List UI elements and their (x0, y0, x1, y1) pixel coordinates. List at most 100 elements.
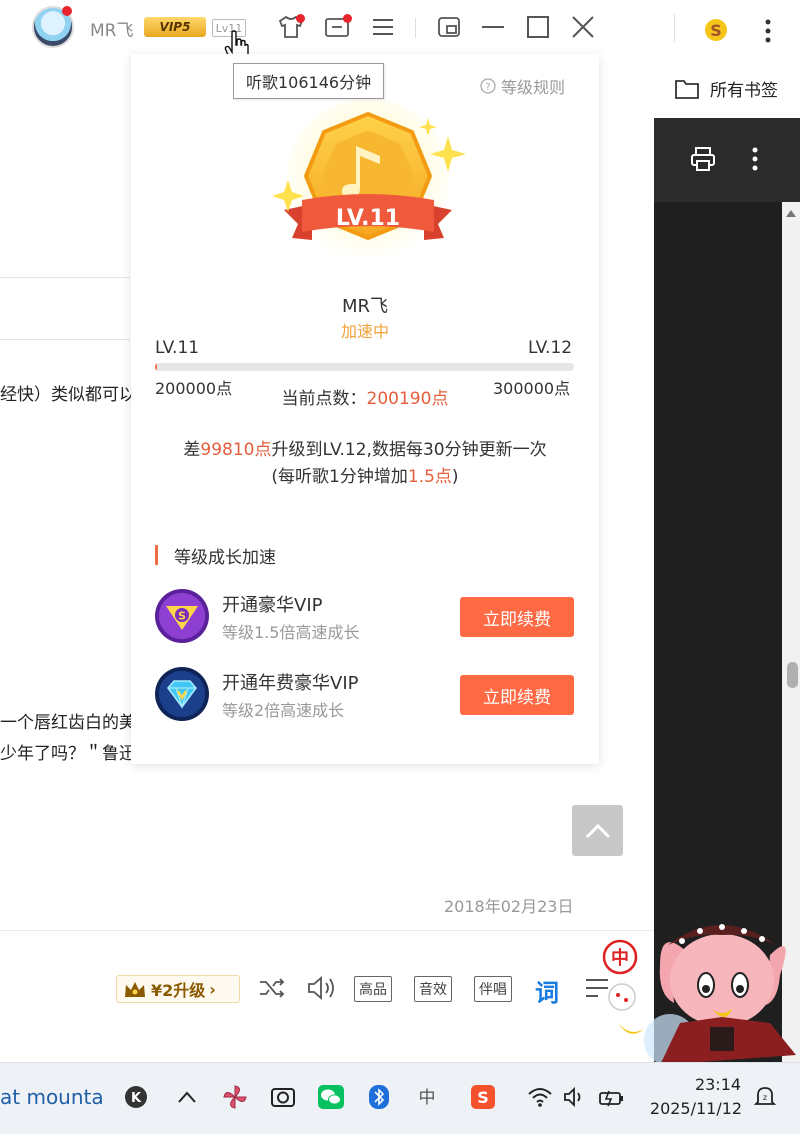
wechat-icon[interactable] (316, 1082, 346, 1112)
sound-quality-button[interactable]: 高品 (354, 976, 392, 1002)
folder-icon (675, 79, 699, 99)
all-bookmarks-label: 所有书签 (710, 81, 778, 101)
upgrade-button[interactable]: ¥2升级 › (116, 975, 240, 1003)
close-icon[interactable] (568, 12, 598, 42)
current-points: 当前点数：200190点 (131, 384, 599, 409)
offer-title: 开通豪华VIP (222, 595, 323, 616)
notification-dot (343, 14, 352, 23)
notification-dot (296, 14, 305, 23)
browser-window: S 所有书签 (654, 0, 800, 1062)
wifi-icon[interactable] (525, 1082, 555, 1112)
pinwheel-app-icon[interactable] (220, 1082, 250, 1112)
notification-dot (62, 6, 72, 16)
renew-now-button[interactable]: 立即续费 (460, 675, 574, 715)
bluetooth-icon[interactable] (364, 1082, 394, 1112)
offer-luxury-vip: S 开通豪华VIP 等级1.5倍高速成长 立即续费 (155, 589, 575, 645)
svg-text:K: K (131, 1091, 142, 1106)
clock-date[interactable]: 2025/11/12 (648, 1099, 744, 1118)
article-text: 少年了吗？＂鲁迅 (0, 744, 136, 764)
shuffle-icon[interactable] (257, 973, 287, 1003)
divider (0, 277, 130, 278)
more-options-icon[interactable] (764, 18, 772, 48)
print-icon[interactable] (690, 146, 716, 176)
chevron-up-icon[interactable] (172, 1082, 202, 1112)
divider (0, 339, 130, 340)
chevron-right-icon: › (209, 979, 216, 999)
points-rate-info: (每听歌1分钟增加1.5点) (131, 462, 599, 487)
svg-text:S: S (710, 21, 722, 40)
notification-icon[interactable]: z (750, 1082, 780, 1112)
all-bookmarks-button[interactable]: 所有书签 (674, 76, 778, 101)
title-bar: MR飞 VIP5 Lv11 (0, 0, 654, 63)
rate-prefix: (每听歌1分钟增加 (271, 467, 408, 487)
svg-text:?: ? (485, 82, 490, 93)
scrollbar-thumb[interactable] (787, 662, 798, 688)
svg-text:中: 中 (611, 947, 629, 969)
more-options-icon[interactable] (751, 146, 759, 176)
level-rules-label: 等级规则 (501, 78, 566, 97)
accompany-button[interactable]: 伴唱 (474, 976, 512, 1002)
volume-icon[interactable] (305, 973, 337, 1003)
username[interactable]: MR飞 (90, 16, 133, 41)
current-level-label: LV.11 (155, 338, 200, 358)
offer-subtitle: 等级1.5倍高速成长 (222, 623, 360, 642)
renew-now-button[interactable]: 立即续费 (460, 597, 574, 637)
battery-icon[interactable] (596, 1082, 626, 1112)
growth-acceleration-heading: 等级成长加速 (155, 545, 276, 568)
points-needed: 99810点 (200, 440, 272, 460)
sound-effect-button[interactable]: 音效 (414, 976, 452, 1002)
vip-badge[interactable]: VIP5 (144, 17, 206, 37)
annual-vip-diamond-icon (155, 667, 209, 721)
next-level-label: LV.12 (528, 338, 573, 358)
current-points-label: 当前点数： (281, 389, 367, 409)
level-progress-bar (155, 363, 574, 371)
sogou-icon[interactable]: S (468, 1082, 498, 1112)
svg-text:中: 中 (419, 1088, 436, 1108)
scroll-to-top-button[interactable] (572, 805, 623, 856)
offer-subtitle: 等级2倍高速成长 (222, 701, 345, 720)
mini-mode-icon[interactable] (434, 12, 464, 42)
level-progress-fill (155, 363, 157, 371)
rate-value: 1.5点 (407, 467, 452, 487)
divider (415, 18, 416, 38)
taskbar (0, 1062, 800, 1134)
k-app-icon[interactable]: K (121, 1082, 151, 1112)
svg-text:z: z (763, 1093, 767, 1102)
svg-text:S: S (178, 610, 186, 623)
medal-level-label: LV.11 (336, 206, 400, 231)
help-icon: ? (480, 78, 496, 94)
taskbar-window-title[interactable]: at mounta (0, 1085, 104, 1109)
upgrade-info-prefix: 差 (183, 440, 201, 460)
rate-suffix: ) (451, 467, 459, 487)
browser-toolbar (654, 118, 800, 202)
minimize-icon[interactable] (478, 12, 508, 42)
level-rules-link[interactable]: ? 等级规则 (480, 74, 565, 98)
listening-time-tooltip: 听歌106146分钟 (233, 63, 385, 99)
maximize-icon[interactable] (523, 12, 553, 42)
offer-title: 开通年费豪华VIP (222, 673, 359, 694)
divider (674, 14, 675, 42)
scroll-up-icon (786, 210, 796, 217)
vip-s-icon: S (155, 589, 209, 643)
menu-icon[interactable] (368, 12, 398, 42)
level-medal-icon: LV.11 (272, 100, 466, 262)
popup-username: MR飞 (341, 296, 389, 317)
clock-time[interactable]: 23:14 (690, 1075, 746, 1094)
offer-annual-luxury-vip: 开通年费豪华VIP 等级2倍高速成长 立即续费 (155, 667, 575, 723)
svg-text:S: S (477, 1088, 489, 1107)
chevron-up-icon (585, 823, 610, 838)
lyrics-button[interactable]: 词 (535, 973, 559, 1008)
vip-badge-label: VIP5 (159, 20, 191, 34)
current-points-value: 200190点 (366, 389, 449, 409)
upgrade-label: ¥2升级 (151, 981, 206, 1000)
article-text: 经快）类似都可以 (0, 385, 136, 405)
mascot-character-icon: 中 (602, 924, 796, 1066)
upgrade-info-suffix: 升级到LV.12,数据每30分钟更新一次 (271, 440, 547, 460)
upgrade-info: 差99810点升级到LV.12,数据每30分钟更新一次 (131, 435, 599, 460)
speaker-icon[interactable] (560, 1082, 590, 1112)
extension-icon[interactable]: S (704, 17, 728, 47)
input-method-icon[interactable]: 中 (412, 1082, 442, 1112)
crown-icon (125, 982, 145, 997)
article-text: 一个唇红齿白的美 (0, 713, 136, 733)
camera-app-icon[interactable] (268, 1082, 298, 1112)
